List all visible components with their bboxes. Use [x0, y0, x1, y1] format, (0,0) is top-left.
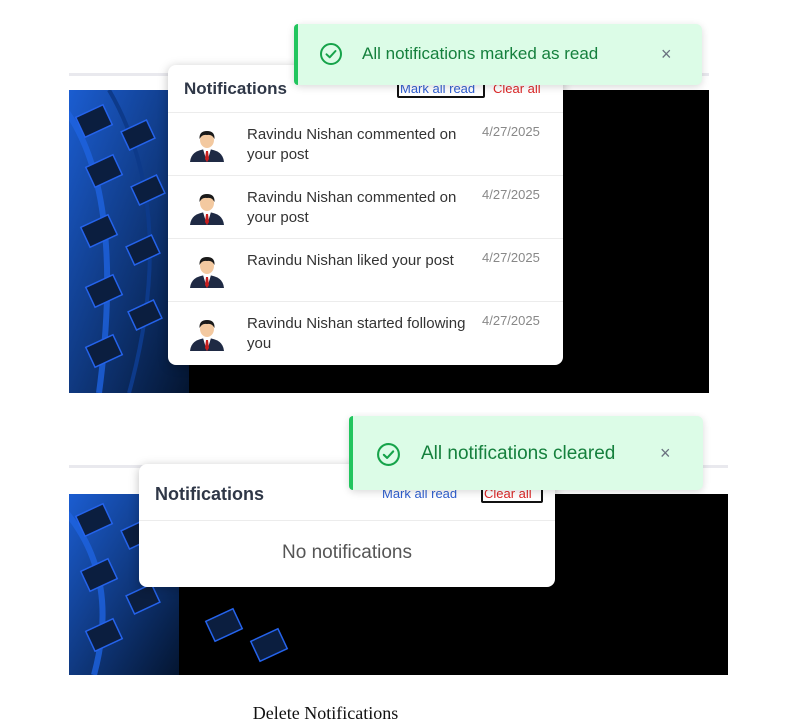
- notification-item[interactable]: Ravindu Nishan liked your post 4/27/2025: [168, 238, 563, 302]
- user-avatar-icon: [188, 317, 226, 351]
- notification-item[interactable]: Ravindu Nishan commented on your post 4/…: [168, 175, 563, 239]
- notification-text: Ravindu Nishan started following you: [247, 315, 466, 352]
- empty-state-message: No notifications: [282, 542, 412, 563]
- close-icon[interactable]: ×: [660, 444, 671, 462]
- close-icon[interactable]: ×: [661, 45, 672, 63]
- notification-item[interactable]: Ravindu Nishan commented on your post 4/…: [168, 112, 563, 176]
- user-avatar-icon: [188, 191, 226, 225]
- notification-date: 4/27/2025: [482, 187, 540, 202]
- notification-text: Ravindu Nishan commented on your post: [247, 126, 457, 163]
- panel-title: Notifications: [155, 484, 265, 504]
- notification-date: 4/27/2025: [482, 313, 540, 328]
- notifications-panel: Notifications Mark all read Clear all Ra…: [168, 65, 563, 365]
- screenshot-mark-all-read: Notifications Mark all read Clear all Ra…: [69, 15, 709, 393]
- toast-notification: All notifications marked as read ×: [294, 24, 702, 85]
- notification-item[interactable]: Ravindu Nishan started following you 4/2…: [168, 301, 563, 365]
- notification-date: 4/27/2025: [482, 124, 540, 139]
- notification-text: Ravindu Nishan commented on your post: [247, 189, 457, 226]
- check-circle-icon: [376, 442, 401, 467]
- notification-text: Ravindu Nishan liked your post: [247, 252, 454, 269]
- toast-message: All notifications marked as read: [362, 44, 599, 63]
- figure-caption: Delete Notifications: [252, 703, 399, 723]
- toast-notification: All notifications cleared ×: [349, 416, 703, 490]
- toast-message: All notifications cleared: [421, 443, 616, 464]
- user-avatar-icon: [188, 254, 226, 288]
- check-circle-icon: [319, 42, 343, 66]
- user-avatar-icon: [188, 128, 226, 162]
- panel-title: Notifications: [184, 79, 287, 98]
- notification-date: 4/27/2025: [482, 250, 540, 265]
- screenshot-clear-all: Notifications Mark all read Clear all No…: [69, 412, 728, 675]
